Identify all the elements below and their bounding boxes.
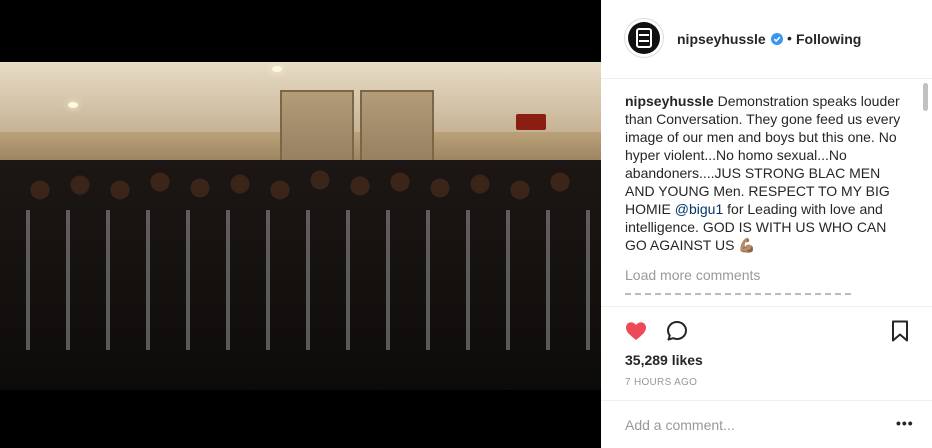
following-button[interactable]: Following [796, 31, 861, 47]
comments-list: nipseyhussle Demonstration speaks louder… [625, 92, 909, 306]
bookmark-icon[interactable] [888, 319, 912, 343]
post-caption: nipseyhussle Demonstration speaks louder… [625, 92, 909, 254]
avatar-logo-icon [628, 22, 660, 54]
caption-mention-link[interactable]: @bigu1 [675, 201, 723, 217]
post-actions: 35,289 likes 7 HOURS AGO [601, 306, 932, 400]
photo-exit-sign [516, 114, 546, 130]
header-separator: • [787, 30, 792, 46]
photo-shirts [0, 210, 601, 350]
add-comment-bar: ••• [601, 400, 932, 448]
photo-ceiling-light [272, 66, 282, 72]
likes-count[interactable]: 35,289 likes [625, 352, 703, 368]
add-comment-input[interactable] [625, 415, 875, 435]
post-photo[interactable] [0, 62, 601, 390]
caption-emoji: 💪🏽 [738, 237, 756, 253]
post-timestamp[interactable]: 7 HOURS AGO [625, 377, 697, 388]
post-sidebar: nipseyhussle • Following nipseyhussle De… [601, 0, 932, 448]
next-comment-cutoff [625, 293, 855, 295]
post-header: nipseyhussle • Following [601, 0, 932, 79]
username-link[interactable]: nipseyhussle [677, 31, 766, 47]
load-more-comments-button[interactable]: Load more comments [625, 267, 909, 283]
photo-ceiling-light [68, 102, 78, 108]
comment-icon[interactable] [665, 319, 689, 343]
comments-scrollbar[interactable] [921, 80, 929, 306]
avatar[interactable] [624, 18, 664, 58]
heart-icon[interactable] [624, 319, 648, 343]
more-options-icon[interactable]: ••• [896, 415, 914, 431]
caption-username-link[interactable]: nipseyhussle [625, 93, 714, 109]
post-media [0, 0, 601, 448]
caption-text: Demonstration speaks louder than Convers… [625, 93, 901, 217]
scrollbar-thumb[interactable] [923, 83, 928, 111]
verified-badge-icon [771, 33, 783, 45]
